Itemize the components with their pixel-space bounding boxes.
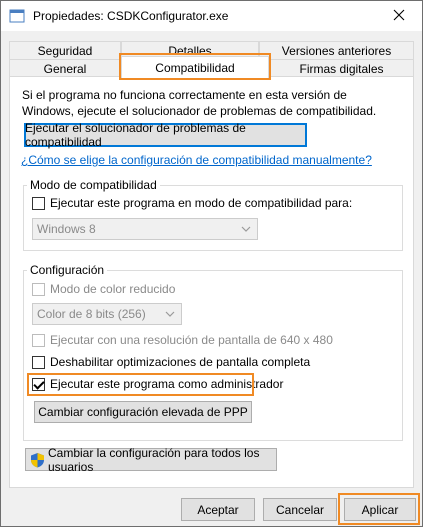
run-troubleshooter-button[interactable]: Ejecutar el solucionador de problemas de…: [24, 121, 307, 149]
compat-mode-checkbox-box[interactable]: [32, 196, 45, 210]
run-as-admin-checkbox[interactable]: Ejecutar este programa como administrado…: [32, 377, 283, 391]
tab-compatibilidad[interactable]: Compatibilidad: [121, 56, 269, 78]
close-icon: [393, 9, 405, 24]
fullscreen-opt-checkbox-box[interactable]: [32, 355, 45, 369]
chevron-down-icon: [165, 308, 175, 323]
compat-os-value: Windows 8: [37, 222, 96, 236]
tab-versiones-anteriores[interactable]: Versiones anteriores: [259, 41, 414, 60]
apply-button[interactable]: Aplicar: [344, 498, 416, 521]
ok-button[interactable]: Aceptar: [181, 498, 255, 521]
cancel-button[interactable]: Cancelar: [263, 498, 337, 521]
compat-mode-group-label: Modo de compatibilidad: [27, 178, 160, 192]
color-depth-select[interactable]: Color de 8 bits (256): [32, 303, 182, 325]
resolution-checkbox-box[interactable]: [32, 333, 45, 347]
compat-mode-checkbox-label: Ejecutar este programa en modo de compat…: [50, 196, 353, 210]
close-button[interactable]: [376, 1, 422, 31]
chevron-down-icon: [241, 223, 251, 238]
reduced-color-label: Modo de color reducido: [50, 282, 176, 296]
window-title: Propiedades: CSDKConfigurator.exe: [33, 9, 229, 23]
reduced-color-checkbox[interactable]: Modo de color reducido: [32, 282, 175, 296]
resolution-checkbox[interactable]: Ejecutar con una resolución de pantalla …: [32, 333, 333, 347]
intro-line-2: Windows, ejecute el solucionador de prob…: [22, 104, 377, 118]
shield-icon: [30, 452, 45, 468]
compat-help-link[interactable]: ¿Cómo se elige la configuración de compa…: [21, 153, 372, 167]
settings-group-label: Configuración: [27, 263, 108, 277]
reduced-color-checkbox-box[interactable]: [32, 282, 45, 296]
run-as-admin-label: Ejecutar este programa como administrado…: [50, 377, 284, 391]
color-depth-value: Color de 8 bits (256): [37, 307, 146, 321]
compatibility-panel: Si el programa no funciona correctamente…: [9, 76, 414, 488]
tab-seguridad[interactable]: Seguridad: [9, 41, 121, 60]
fullscreen-opt-label: Deshabilitar optimizaciones de pantalla …: [50, 355, 311, 369]
change-dpi-button[interactable]: Cambiar configuración elevada de PPP: [34, 401, 252, 423]
change-all-users-button[interactable]: Cambiar la configuración para todos los …: [25, 445, 277, 474]
resolution-label: Ejecutar con una resolución de pantalla …: [50, 333, 333, 347]
title-bar: Propiedades: CSDKConfigurator.exe: [1, 1, 422, 31]
change-all-users-label: Cambiar la configuración para todos los …: [48, 445, 260, 474]
properties-dialog: Propiedades: CSDKConfigurator.exe Seguri…: [0, 0, 423, 527]
fullscreen-opt-checkbox[interactable]: Deshabilitar optimizaciones de pantalla …: [32, 355, 310, 369]
compat-os-select[interactable]: Windows 8: [32, 218, 258, 240]
intro-line-1: Si el programa no funciona correctamente…: [22, 88, 347, 102]
run-as-admin-checkbox-box[interactable]: [32, 377, 45, 391]
compat-mode-checkbox[interactable]: Ejecutar este programa en modo de compat…: [32, 196, 352, 210]
app-icon: [9, 8, 25, 24]
